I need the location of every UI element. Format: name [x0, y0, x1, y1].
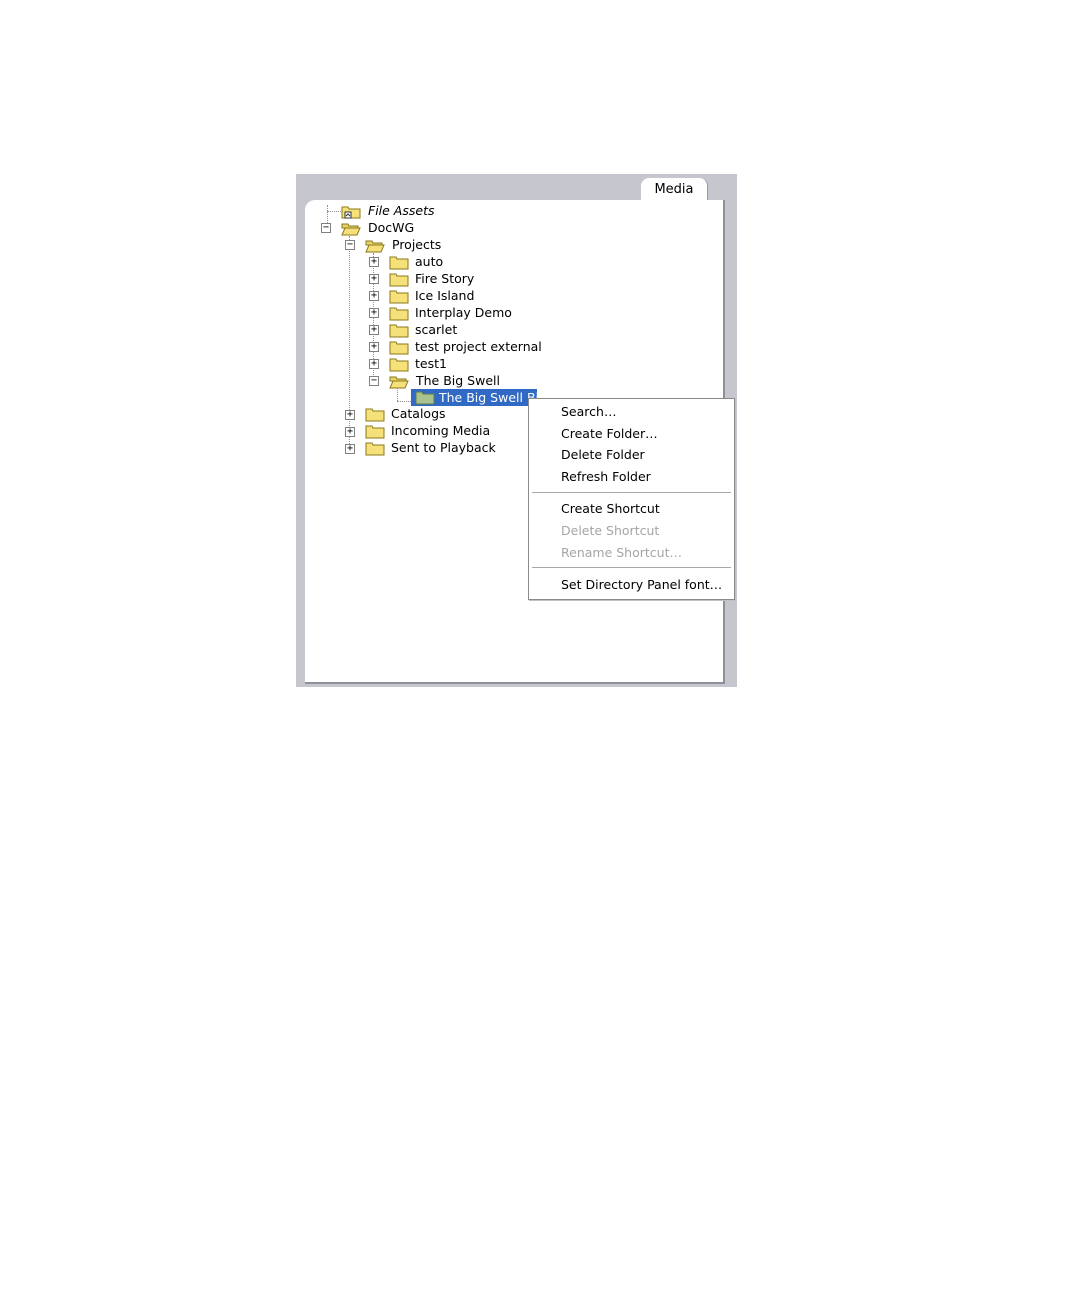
menu-item-create-folder[interactable]: Create Folder… — [561, 424, 658, 444]
expand-toggle-icon[interactable]: + — [369, 342, 379, 352]
folder-icon — [389, 306, 409, 321]
folder-icon — [365, 407, 385, 422]
bin-folder-icon — [415, 390, 435, 405]
menu-item-delete-shortcut: Delete Shortcut — [561, 523, 660, 538]
context-menu: Search… Create Folder… Delete Folder Ref… — [528, 398, 735, 600]
open-folder-icon — [341, 221, 361, 236]
folder-icon — [389, 289, 409, 304]
tree-item-fire-story[interactable]: Fire Story — [415, 270, 474, 287]
tree-line — [327, 205, 328, 223]
menu-item-search[interactable]: Search… — [561, 402, 616, 422]
tree-item-docwg[interactable]: DocWG — [368, 219, 414, 236]
expand-toggle-icon[interactable]: + — [369, 325, 379, 335]
tree-item-the-big-swell[interactable]: The Big Swell — [416, 372, 500, 389]
tree-item-test-project-external[interactable]: test project external — [415, 338, 542, 355]
collapse-toggle-icon[interactable]: − — [321, 223, 331, 233]
expand-toggle-icon[interactable]: + — [345, 427, 355, 437]
tree-item-file-assets[interactable]: File Assets — [368, 202, 434, 219]
tree-item-projects[interactable]: Projects — [392, 236, 441, 253]
menu-item-refresh-folder[interactable]: Refresh Folder — [561, 467, 651, 487]
folder-icon — [365, 424, 385, 439]
expand-toggle-icon[interactable]: + — [369, 308, 379, 318]
tree-item-ice-island[interactable]: Ice Island — [415, 287, 474, 304]
open-folder-icon — [389, 374, 409, 389]
tree-item-interplay-demo[interactable]: Interplay Demo — [415, 304, 512, 321]
menu-item-set-directory-panel-font[interactable]: Set Directory Panel font… — [561, 575, 722, 595]
tree-item-test1[interactable]: test1 — [415, 355, 447, 372]
tree-item-auto[interactable]: auto — [415, 253, 443, 270]
media-panel-frame: Media File Assets − DocWG − Projects + a… — [296, 174, 737, 687]
menu-item-delete-folder[interactable]: Delete Folder — [561, 445, 645, 465]
tree-item-incoming-media[interactable]: Incoming Media — [391, 422, 490, 439]
file-assets-icon — [341, 204, 361, 219]
expand-toggle-icon[interactable]: + — [369, 291, 379, 301]
folder-icon — [389, 255, 409, 270]
folder-icon — [389, 323, 409, 338]
menu-item-create-shortcut[interactable]: Create Shortcut — [561, 499, 660, 519]
collapse-toggle-icon[interactable]: − — [369, 376, 379, 386]
folder-icon — [389, 272, 409, 287]
folder-icon — [389, 357, 409, 372]
tree-line — [397, 401, 411, 402]
menu-separator — [532, 492, 731, 493]
folder-icon — [389, 340, 409, 355]
tree-item-scarlet[interactable]: scarlet — [415, 321, 457, 338]
expand-toggle-icon[interactable]: + — [345, 410, 355, 420]
open-folder-icon — [365, 238, 385, 253]
expand-toggle-icon[interactable]: + — [369, 359, 379, 369]
expand-toggle-icon[interactable]: + — [369, 257, 379, 267]
menu-separator — [532, 567, 731, 568]
folder-icon — [365, 441, 385, 456]
tree-line — [327, 211, 341, 212]
menu-item-rename-shortcut: Rename Shortcut… — [561, 545, 682, 560]
tree-item-catalogs[interactable]: Catalogs — [391, 405, 446, 422]
expand-toggle-icon[interactable]: + — [345, 444, 355, 454]
collapse-toggle-icon[interactable]: − — [345, 240, 355, 250]
tree-item-the-big-swell-bin[interactable]: The Big Swell Bin — [411, 389, 537, 406]
tree-item-sent-to-playback[interactable]: Sent to Playback — [391, 439, 496, 456]
expand-toggle-icon[interactable]: + — [369, 274, 379, 284]
tree-line — [397, 388, 398, 401]
